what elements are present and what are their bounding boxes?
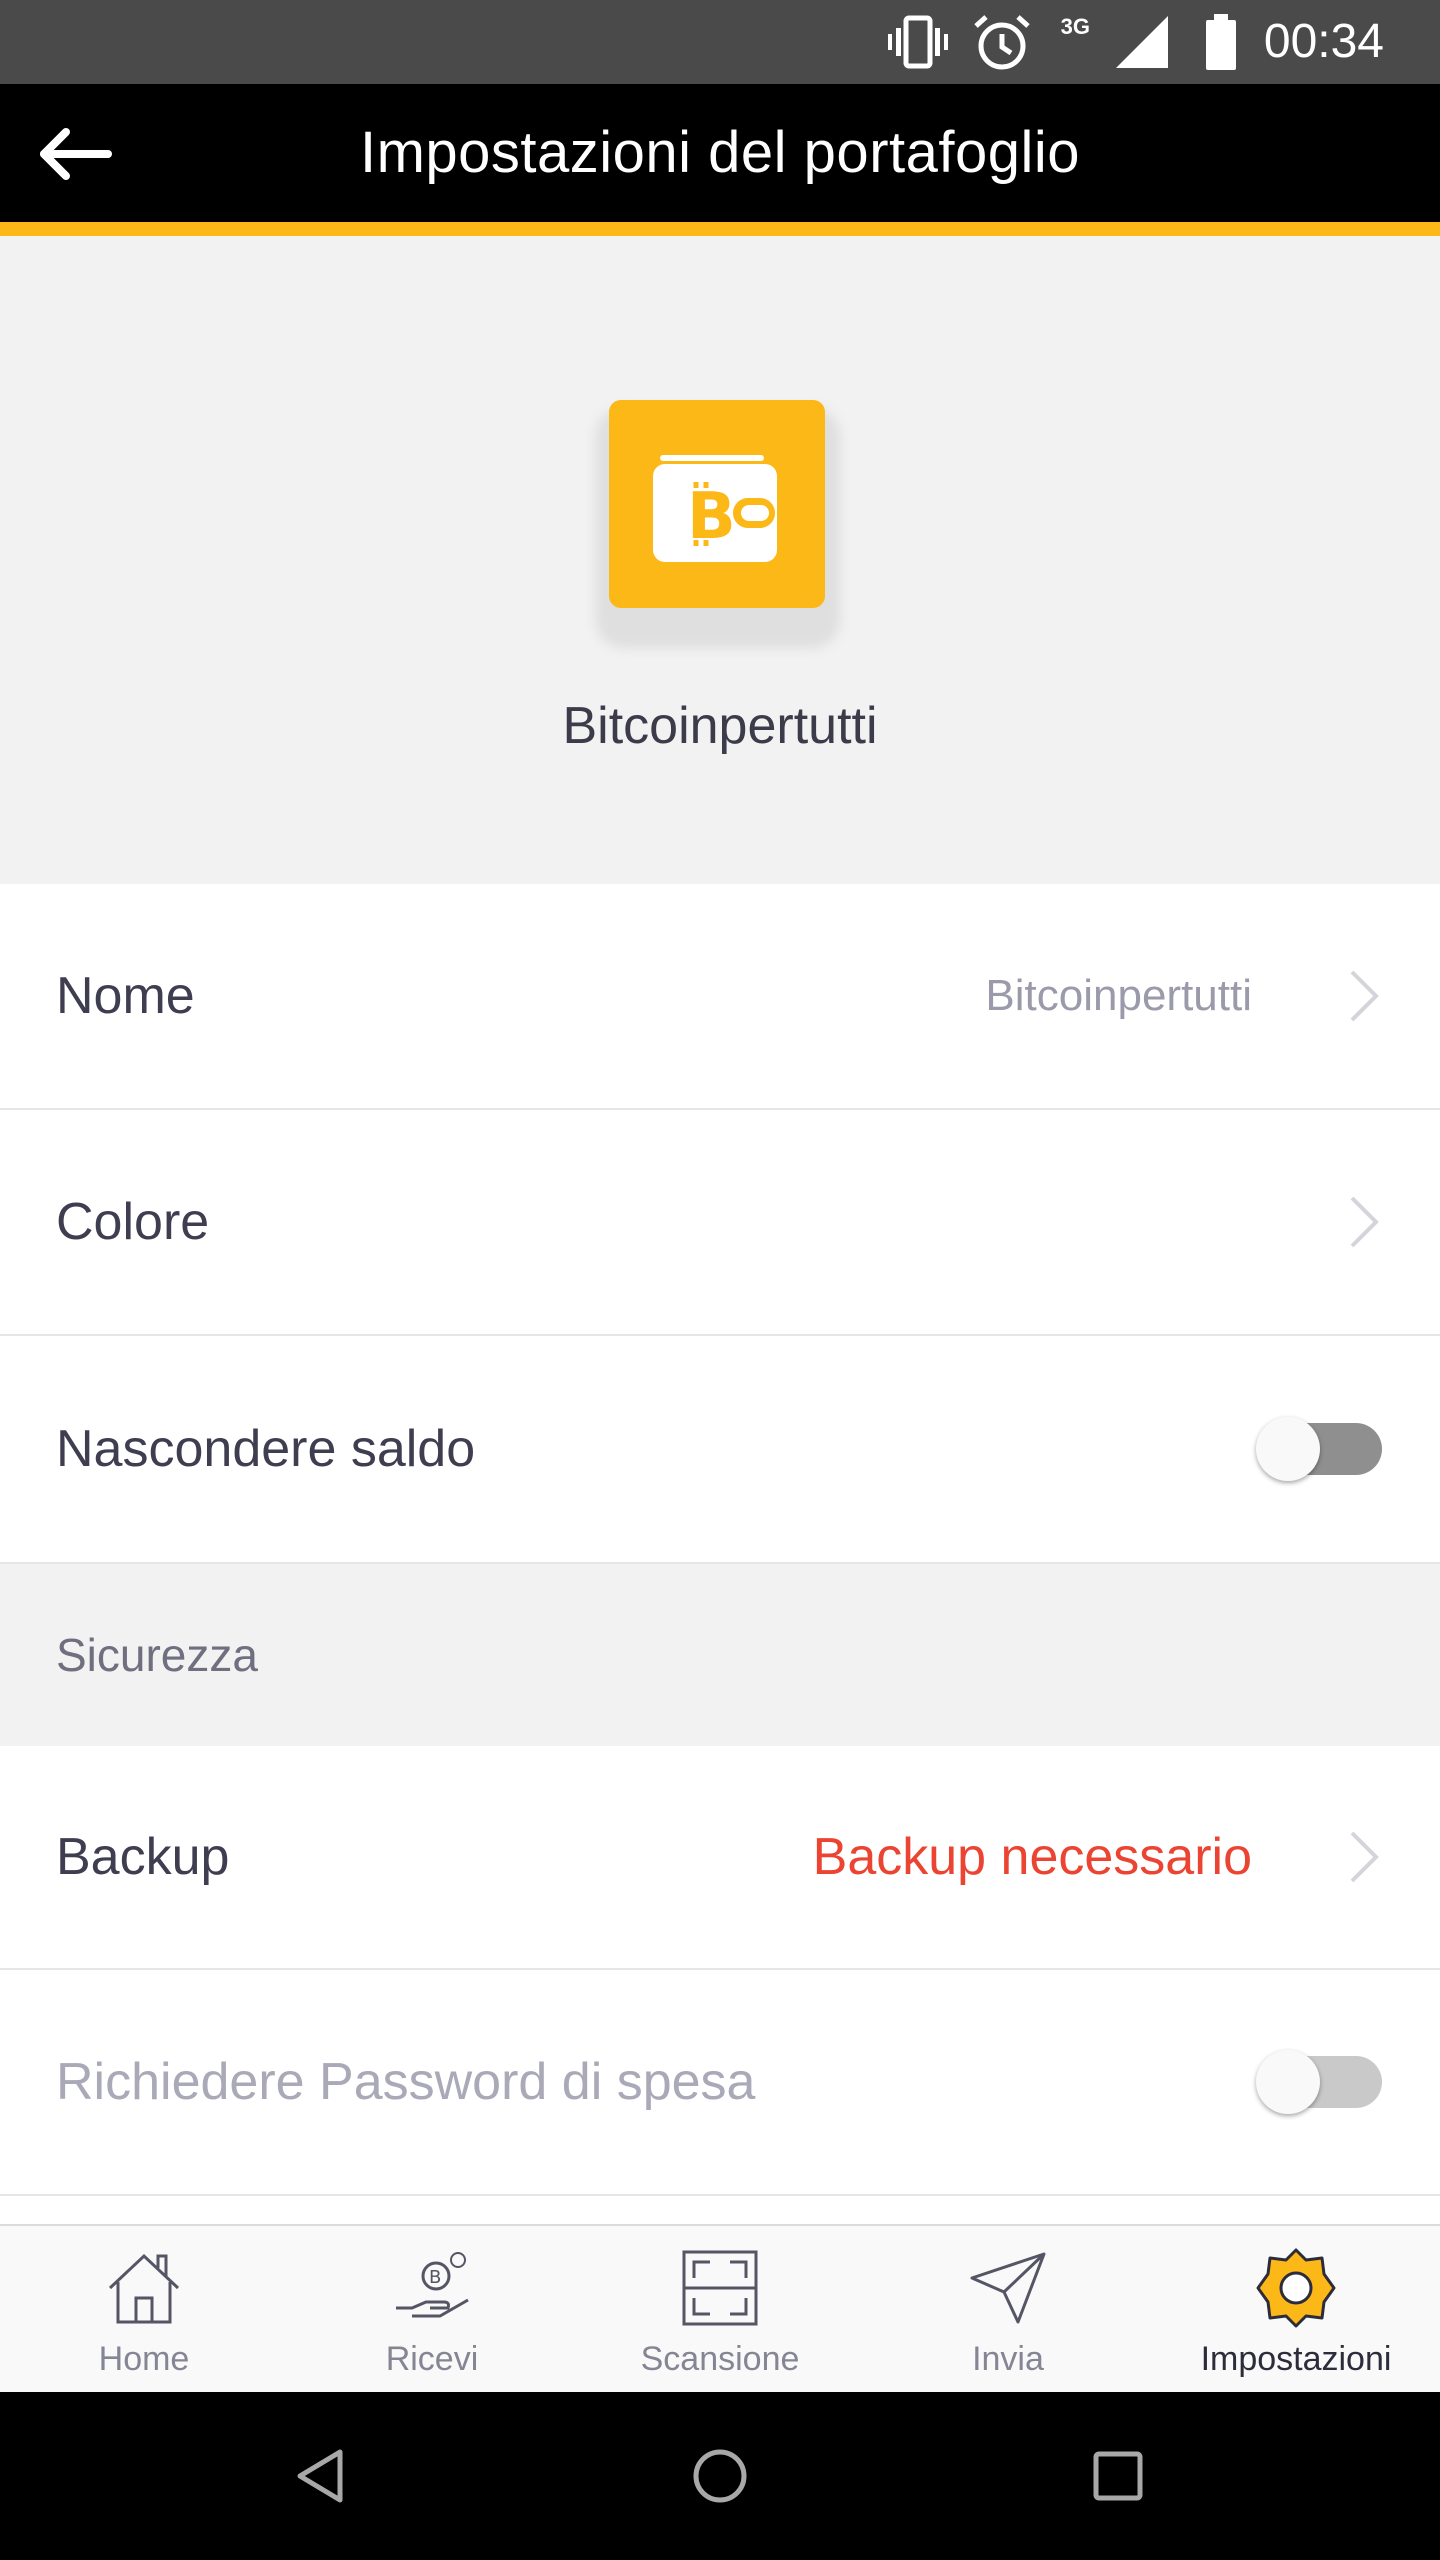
page-title: Impostazioni del portafoglio	[359, 120, 1081, 185]
chevron-right-icon	[1350, 970, 1379, 1022]
setting-row-name[interactable]: Nome Bitcoinpertutti	[0, 884, 1440, 1110]
setting-value-name: Bitcoinpertutti	[985, 971, 1252, 1020]
accent-divider	[0, 222, 1440, 236]
setting-row-hide-balance: Nascondere saldo	[0, 1336, 1440, 1564]
wallet-name: Bitcoinpertutti	[562, 697, 878, 755]
settings-gear-icon	[1256, 2248, 1336, 2328]
tab-home[interactable]: Home	[0, 2226, 288, 2392]
setting-row-spending-password: Richiedere Password di spesa	[0, 1970, 1440, 2196]
toggle-knob	[1256, 1417, 1320, 1481]
tab-receive[interactable]: B Ricevi	[288, 2226, 576, 2392]
bottom-tab-bar: Home B Ricevi Scansione Invia Impostazio…	[0, 2224, 1440, 2392]
recents-square-icon[interactable]	[1078, 2436, 1158, 2516]
home-circle-icon[interactable]	[680, 2436, 760, 2516]
setting-label-name: Nome	[56, 967, 195, 1025]
wallet-avatar: B	[609, 400, 825, 608]
setting-label-hide-balance: Nascondere saldo	[56, 1420, 476, 1478]
tab-label: Ricevi	[385, 2340, 479, 2378]
system-nav-bar	[0, 2392, 1440, 2560]
tab-label: Invia	[972, 2340, 1044, 2378]
back-triangle-icon[interactable]	[282, 2436, 362, 2516]
section-title: Sicurezza	[56, 1629, 258, 1681]
send-icon	[970, 2252, 1046, 2324]
setting-row-color[interactable]: Colore	[0, 1110, 1440, 1336]
wallet-header: B Bitcoinpertutti	[0, 236, 1440, 884]
chevron-right-icon	[1350, 1196, 1379, 1248]
section-header-security: Sicurezza	[0, 1564, 1440, 1746]
network-type-label: 3G	[1060, 14, 1090, 39]
setting-label-spending-password: Richiedere Password di spesa	[56, 2053, 756, 2111]
tab-label: Scansione	[640, 2340, 800, 2378]
status-bar: 3G 00:34	[0, 0, 1440, 84]
tab-send[interactable]: Invia	[864, 2226, 1152, 2392]
signal-icon	[1116, 16, 1168, 68]
hide-balance-toggle[interactable]	[1256, 1417, 1386, 1481]
tab-label: Home	[98, 2340, 190, 2378]
setting-label-backup: Backup	[56, 1828, 230, 1886]
alarm-icon	[974, 15, 1030, 70]
tab-settings[interactable]: Impostazioni	[1152, 2226, 1440, 2392]
tab-scan[interactable]: Scansione	[576, 2226, 864, 2392]
battery-icon	[1206, 14, 1236, 70]
svg-text:B: B	[429, 2267, 441, 2288]
backup-status: Backup necessario	[812, 1828, 1252, 1886]
status-time: 00:34	[1263, 15, 1384, 68]
bitcoin-wallet-icon: B	[653, 455, 777, 562]
tab-label: Impostazioni	[1200, 2340, 1392, 2378]
vibrate-icon	[888, 15, 948, 69]
app-bar: Impostazioni del portafoglio	[0, 84, 1440, 222]
toggle-knob	[1256, 2050, 1320, 2114]
scan-icon	[682, 2250, 758, 2326]
receive-icon: B	[396, 2252, 469, 2318]
spending-password-toggle[interactable]	[1256, 2050, 1386, 2114]
chevron-right-icon	[1350, 1831, 1379, 1883]
setting-label-color: Colore	[56, 1193, 210, 1251]
home-icon	[108, 2253, 180, 2324]
setting-row-backup[interactable]: Backup Backup necessario	[0, 1746, 1440, 1970]
